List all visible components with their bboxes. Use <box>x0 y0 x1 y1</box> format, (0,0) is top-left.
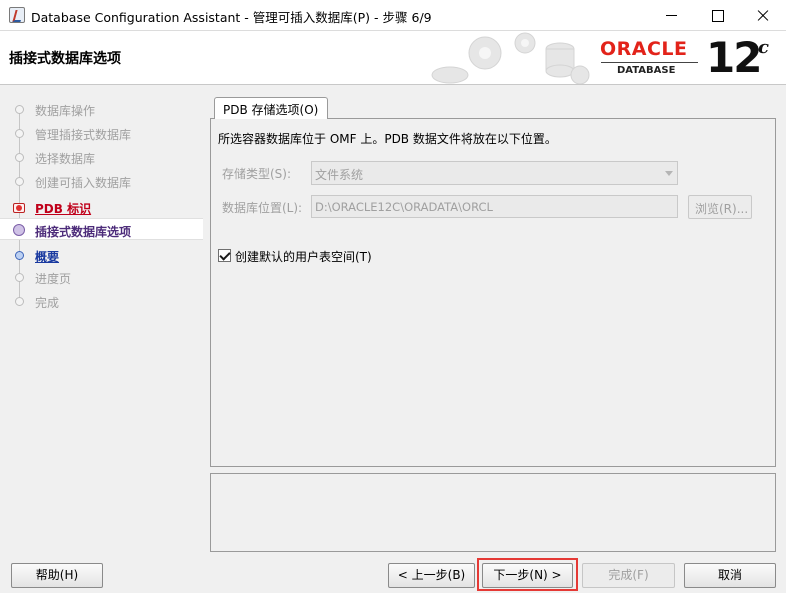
database-location-label: 数据库位置(L): <box>222 201 303 215</box>
version-suffix: c <box>758 37 769 58</box>
create-user-tablespace-checkbox[interactable] <box>218 249 231 262</box>
step-navigation: 数据库操作 管理插接式数据库 选择数据库 创建可插入数据库 PDB 标识 插接式… <box>0 86 203 550</box>
maximize-icon[interactable] <box>694 0 740 31</box>
nav-step-pdb-options[interactable]: 插接式数据库选项 <box>0 218 203 240</box>
current-step-icon <box>13 224 25 236</box>
tab-pdb-storage[interactable]: PDB 存储选项(O) <box>214 97 328 119</box>
app-icon <box>9 7 25 23</box>
help-button[interactable]: 帮助(H) <box>11 563 103 588</box>
gears-decoration-icon <box>431 32 590 84</box>
next-button-highlight <box>477 558 578 591</box>
nav-step-create-pdb: 创建可插入数据库 <box>0 170 203 192</box>
minimize-icon[interactable] <box>648 0 694 31</box>
database-location-input[interactable]: D:\ORACLE12C\ORADATA\ORCL <box>311 195 678 218</box>
chevron-down-icon <box>665 171 673 176</box>
title-bar: Database Configuration Assistant - 管理可插入… <box>0 0 786 31</box>
storage-type-label: 存储类型(S): <box>222 167 292 181</box>
oracle-product: DATABASE <box>617 65 676 76</box>
step-dot-icon <box>15 297 24 306</box>
create-user-tablespace-label[interactable]: 创建默认的用户表空间(T) <box>235 248 372 265</box>
logo-divider <box>601 62 698 63</box>
nav-step-manage-pdb: 管理插接式数据库 <box>0 122 203 144</box>
nav-step-summary[interactable]: 概要 <box>0 244 203 266</box>
back-button[interactable]: < 上一步(B) <box>388 563 475 588</box>
cancel-button[interactable]: 取消 <box>684 563 776 588</box>
step-dot-icon <box>15 129 24 138</box>
finish-button[interactable]: 完成(F) <box>582 563 675 588</box>
storage-type-select[interactable]: 文件系统 <box>311 161 678 185</box>
step-dot-icon <box>15 105 24 114</box>
window-title: Database Configuration Assistant - 管理可插入… <box>31 10 432 25</box>
nav-step-finish: 完成 <box>0 290 203 312</box>
step-dot-icon <box>15 177 24 186</box>
nav-step-select-database: 选择数据库 <box>0 146 203 168</box>
nav-step-database-operation: 数据库操作 <box>0 98 203 120</box>
warning-icon <box>13 203 25 213</box>
nav-step-progress: 进度页 <box>0 266 203 288</box>
storage-description: 所选容器数据库位于 OMF 上。PDB 数据文件将放在以下位置。 <box>218 132 557 146</box>
oracle-logo: ORACLE <box>600 38 688 60</box>
close-icon[interactable] <box>740 0 786 31</box>
step-dot-icon <box>15 251 24 260</box>
header-banner: 插接式数据库选项 ORACLE DATABASE 12 c <box>0 31 786 85</box>
nav-step-pdb-identity[interactable]: PDB 标识 <box>0 196 203 218</box>
version-number: 12 <box>706 33 762 82</box>
browse-button[interactable]: 浏览(R)... <box>688 195 752 219</box>
step-dot-icon <box>15 273 24 282</box>
message-area <box>210 473 776 552</box>
step-dot-icon <box>15 153 24 162</box>
page-title: 插接式数据库选项 <box>9 51 121 67</box>
